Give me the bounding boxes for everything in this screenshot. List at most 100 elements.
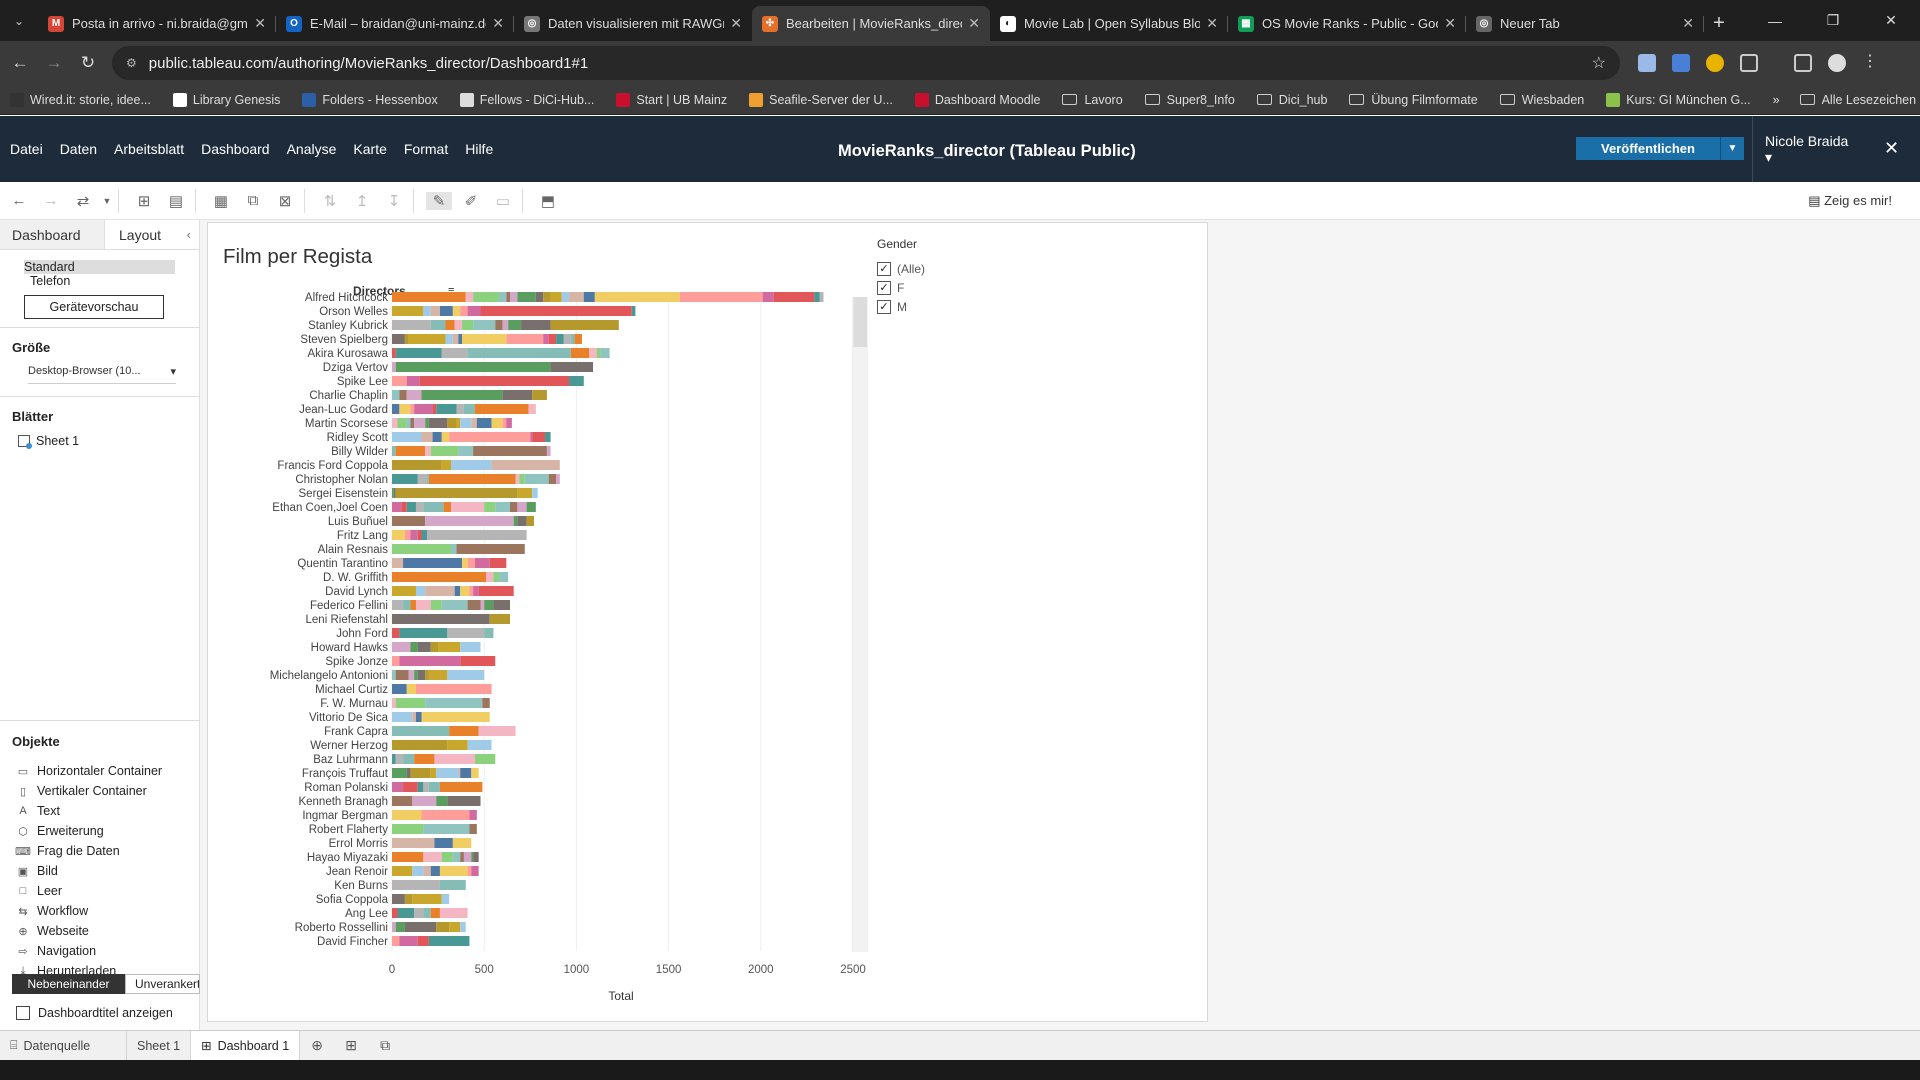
bar-segment[interactable] <box>392 600 404 610</box>
bar-segment[interactable] <box>410 768 431 778</box>
bar-segment[interactable] <box>392 460 442 470</box>
bar-segment[interactable] <box>631 306 636 316</box>
bar-segment[interactable] <box>519 474 525 484</box>
new-tab-button[interactable]: + <box>1704 6 1734 41</box>
bar-segment[interactable] <box>502 418 507 428</box>
tab-close-icon[interactable]: ✕ <box>254 15 266 32</box>
bar-segment[interactable] <box>421 390 503 400</box>
bar-segment[interactable] <box>441 348 468 358</box>
bar-segment[interactable] <box>480 600 485 610</box>
object-item[interactable]: ⇨ Navigation <box>15 941 188 961</box>
bookmark-item[interactable]: Fellows - DiCi-Hub... <box>459 92 594 107</box>
bar-segment[interactable] <box>460 656 496 666</box>
bar-segment[interactable] <box>773 292 815 302</box>
bar-segment[interactable] <box>517 516 527 526</box>
bar-segment[interactable] <box>395 348 442 358</box>
bar-segment[interactable] <box>417 642 431 652</box>
bar-segment[interactable] <box>460 852 464 862</box>
bar-segment[interactable] <box>447 628 485 638</box>
bar-segment[interactable] <box>467 306 481 316</box>
bar-segment[interactable] <box>563 334 571 344</box>
bar-segment[interactable] <box>515 474 520 484</box>
bar-chart[interactable]: Directors ≡Alfred HitchcockOrson WellesSt… <box>208 223 1208 1021</box>
bar-segment[interactable] <box>452 334 459 344</box>
bar-segment[interactable] <box>447 796 481 806</box>
bar-segment[interactable] <box>395 488 518 498</box>
bar-segment[interactable] <box>508 320 522 330</box>
bar-segment[interactable] <box>392 712 413 722</box>
bookmark-item[interactable]: Library Genesis <box>172 92 280 107</box>
menu-item[interactable]: Daten <box>60 141 97 157</box>
object-item[interactable]: □ Leer <box>15 881 188 901</box>
bar-segment[interactable] <box>484 502 496 512</box>
duplicate-sheet-icon[interactable]: ⧉ <box>240 192 266 209</box>
menu-item[interactable]: Analyse <box>287 141 337 157</box>
bar-segment[interactable] <box>412 796 437 806</box>
bar-segment[interactable] <box>425 670 429 680</box>
new-dashboard-tab-icon[interactable]: ⊞ <box>334 1037 368 1054</box>
browser-tab[interactable]: ▦ OS Movie Ranks - Public - Goo ✕ <box>1228 6 1466 41</box>
menu-item[interactable]: Datei <box>10 141 43 157</box>
bar-segment[interactable] <box>392 404 400 414</box>
bar-segment[interactable] <box>469 824 477 834</box>
bar-segment[interactable] <box>458 768 461 778</box>
bar-segment[interactable] <box>415 502 424 512</box>
bar-segment[interactable] <box>447 740 468 750</box>
extension-icon-m[interactable] <box>1706 54 1724 72</box>
bar-segment[interactable] <box>423 824 470 834</box>
tab-sheet-1[interactable]: Sheet 1 <box>127 1030 192 1061</box>
bar-segment[interactable] <box>392 824 424 834</box>
bar-segment[interactable] <box>530 432 533 442</box>
bar-segment[interactable] <box>403 754 415 764</box>
extensions-puzzle-icon[interactable] <box>1740 54 1758 72</box>
device-phone[interactable]: Telefon <box>24 274 199 288</box>
sheet-item-sheet-1[interactable]: Sheet 1 <box>18 434 187 449</box>
bar-segment[interactable] <box>423 782 429 792</box>
bar-segment[interactable] <box>447 418 457 428</box>
bar-segment[interactable] <box>438 642 461 652</box>
bar-segment[interactable] <box>449 922 461 932</box>
bar-segment[interactable] <box>392 516 426 526</box>
bar-segment[interactable] <box>419 376 570 386</box>
bar-segment[interactable] <box>460 418 472 428</box>
device-preview-button[interactable]: Gerätevorschau <box>24 295 164 319</box>
bar-segment[interactable] <box>412 894 442 904</box>
bar-segment[interactable] <box>406 768 411 778</box>
bar-segment[interactable] <box>428 782 440 792</box>
bar-segment[interactable] <box>493 572 499 582</box>
bar-segment[interactable] <box>392 852 424 862</box>
bar-segment[interactable] <box>392 558 404 568</box>
bar-segment[interactable] <box>392 320 431 330</box>
bar-segment[interactable] <box>556 334 564 344</box>
bar-segment[interactable] <box>392 936 400 946</box>
tab-close-icon[interactable]: ✕ <box>492 15 504 32</box>
bar-segment[interactable] <box>569 292 584 302</box>
bar-segment[interactable] <box>473 320 496 330</box>
bar-segment[interactable] <box>532 488 538 498</box>
bar-segment[interactable] <box>421 432 433 442</box>
bar-segment[interactable] <box>403 782 418 792</box>
bar-segment[interactable] <box>556 474 560 484</box>
bar-segment[interactable] <box>452 838 472 848</box>
bar-segment[interactable] <box>441 460 452 470</box>
bar-segment[interactable] <box>467 866 472 876</box>
pause-updates-icon[interactable]: ▤ <box>163 192 189 210</box>
bar-segment[interactable] <box>393 488 396 498</box>
browser-tab[interactable]: O E-Mail – braidan@uni-mainz.de ✕ <box>276 6 514 41</box>
replace-dropdown-icon[interactable]: ▼ <box>102 196 112 206</box>
bar-segment[interactable] <box>428 936 470 946</box>
replace-data-icon[interactable]: ⇄ <box>70 192 96 210</box>
extension-icon-1[interactable] <box>1638 54 1656 72</box>
bar-segment[interactable] <box>463 852 472 862</box>
bar-segment[interactable] <box>495 502 511 512</box>
bar-segment[interactable] <box>417 530 422 540</box>
bar-segment[interactable] <box>439 866 468 876</box>
url-field[interactable]: ⚙ public.tableau.com/authoring/MovieRank… <box>112 46 1620 80</box>
bar-segment[interactable] <box>406 390 422 400</box>
bar-segment[interactable] <box>423 866 431 876</box>
bar-segment[interactable] <box>460 768 472 778</box>
bar-segment[interactable] <box>425 418 429 428</box>
bar-segment[interactable] <box>425 516 514 526</box>
bar-segment[interactable] <box>392 866 413 876</box>
bar-segment[interactable] <box>467 558 475 568</box>
